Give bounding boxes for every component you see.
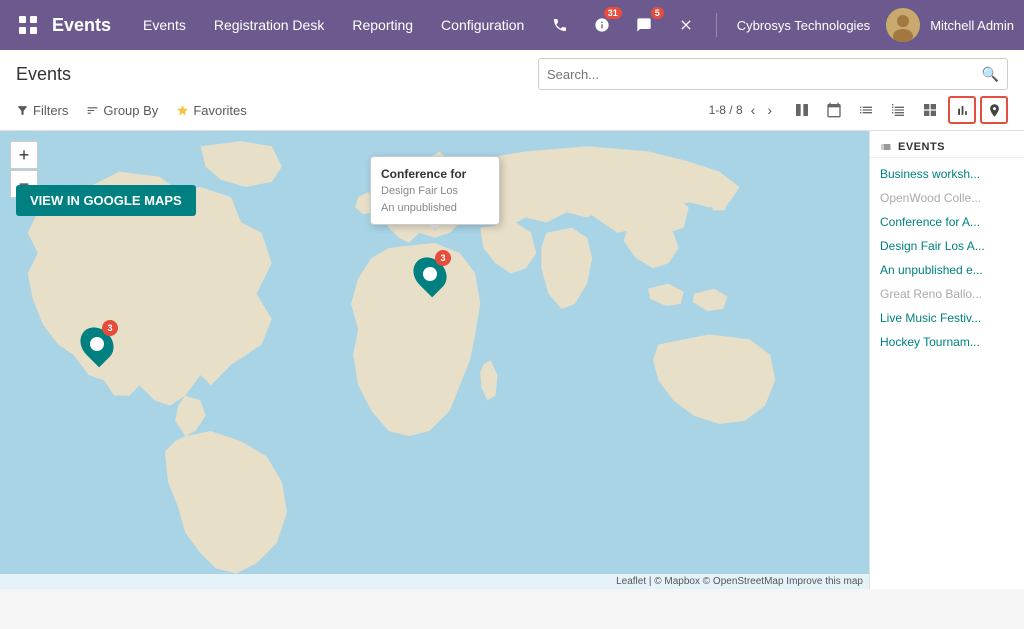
search-bar: 🔍 [538, 58, 1008, 90]
pivot-view-btn[interactable] [916, 96, 944, 124]
company-name[interactable]: Cybrosys Technologies [731, 18, 876, 33]
map-pin-europe[interactable]: 3 Conference for Design Fair Los An unpu… [415, 256, 445, 296]
pagination-next[interactable]: › [763, 100, 776, 120]
navbar-actions: 31 5 Cybrosys Technologies Mitchell Admi… [544, 8, 1014, 42]
filter-group: Filters Group By Favorites [16, 103, 247, 118]
filters-label: Filters [33, 103, 68, 118]
sidebar-list-item[interactable]: OpenWood Colle... [870, 186, 1024, 210]
search-input[interactable] [547, 67, 982, 82]
search-icon[interactable]: 🔍 [982, 66, 999, 83]
zoom-in-btn[interactable]: + [10, 141, 38, 169]
filters-btn[interactable]: Filters [16, 103, 68, 118]
pagination: 1-8 / 8 ‹ › [709, 100, 776, 120]
navbar: Events Events Registration Desk Reportin… [0, 0, 1024, 50]
map-pin-usa[interactable]: 3 [82, 326, 112, 366]
menu-registration-desk[interactable]: Registration Desk [200, 0, 339, 50]
calendar-view-btn[interactable] [820, 96, 848, 124]
sidebar-list-item[interactable]: An unpublished e... [870, 258, 1024, 282]
map-popup-europe: Conference for Design Fair Los An unpubl… [370, 156, 500, 225]
popup-subtitle: Design Fair Los [381, 183, 489, 200]
sidebar-list-item[interactable]: Conference for A... [870, 210, 1024, 234]
toolbar-filters: Filters Group By Favorites 1-8 / 8 ‹ › [16, 96, 1008, 130]
sidebar-list-item[interactable]: Design Fair Los A... [870, 234, 1024, 258]
pagination-prev[interactable]: ‹ [747, 100, 760, 120]
grid-icon[interactable] [10, 7, 46, 43]
user-name[interactable]: Mitchell Admin [930, 18, 1014, 33]
menu-configuration[interactable]: Configuration [427, 0, 538, 50]
sidebar-title: EVENTS [898, 141, 945, 153]
kanban-view-btn[interactable] [788, 96, 816, 124]
chat-icon[interactable]: 5 [628, 9, 660, 41]
main-area: 3 Conference for Design Fair Los An unpu… [0, 131, 1024, 589]
popup-extra: An unpublished [381, 200, 489, 217]
sidebar-list: Business worksh...OpenWood Colle...Confe… [870, 158, 1024, 358]
groupby-btn[interactable]: Group By [86, 103, 158, 118]
chat-badge: 5 [651, 7, 664, 19]
activity-icon[interactable]: 31 [586, 9, 618, 41]
sidebar-list-item[interactable]: Live Music Festiv... [870, 306, 1024, 330]
menu-events[interactable]: Events [129, 0, 200, 50]
activity-view-btn[interactable] [884, 96, 912, 124]
sidebar-list-item[interactable]: Hockey Tournam... [870, 330, 1024, 354]
attribution-text: Leaflet | © Mapbox © OpenStreetMap Impro… [616, 576, 863, 587]
pin-usa-badge: 3 [102, 320, 118, 336]
map-container[interactable]: 3 Conference for Design Fair Los An unpu… [0, 131, 869, 589]
sidebar: EVENTS Business worksh...OpenWood Colle.… [869, 131, 1024, 589]
activity-badge: 31 [604, 7, 622, 19]
pagination-range: 1-8 / 8 [709, 103, 743, 117]
favorites-label: Favorites [193, 103, 246, 118]
menu-reporting[interactable]: Reporting [338, 0, 427, 50]
map-view-btn[interactable] [980, 96, 1008, 124]
map-attribution: Leaflet | © Mapbox © OpenStreetMap Impro… [0, 574, 869, 589]
toolbar-top: Events 🔍 [16, 58, 1008, 90]
navbar-divider [716, 13, 717, 37]
popup-title: Conference for [381, 165, 489, 183]
sidebar-list-item[interactable]: Business worksh... [870, 162, 1024, 186]
sidebar-header: EVENTS [870, 131, 1024, 158]
close-icon[interactable] [670, 9, 702, 41]
sidebar-list-item[interactable]: Great Reno Ballo... [870, 282, 1024, 306]
phone-icon[interactable] [544, 9, 576, 41]
list-view-btn[interactable] [852, 96, 880, 124]
groupby-label: Group By [103, 103, 158, 118]
toolbar: Events 🔍 Filters Group By Favorites 1-8 … [0, 50, 1024, 131]
view-controls: 1-8 / 8 ‹ › [709, 96, 1008, 124]
favorites-btn[interactable]: Favorites [176, 103, 246, 118]
google-maps-btn[interactable]: VIEW IN GOOGLE MAPS [16, 185, 196, 216]
chart-view-btn[interactable] [948, 96, 976, 124]
page-title: Events [16, 64, 71, 85]
avatar[interactable] [886, 8, 920, 42]
pin-europe-badge: 3 [435, 250, 451, 266]
main-menu: Events Registration Desk Reporting Confi… [129, 0, 544, 50]
app-title: Events [46, 15, 129, 36]
